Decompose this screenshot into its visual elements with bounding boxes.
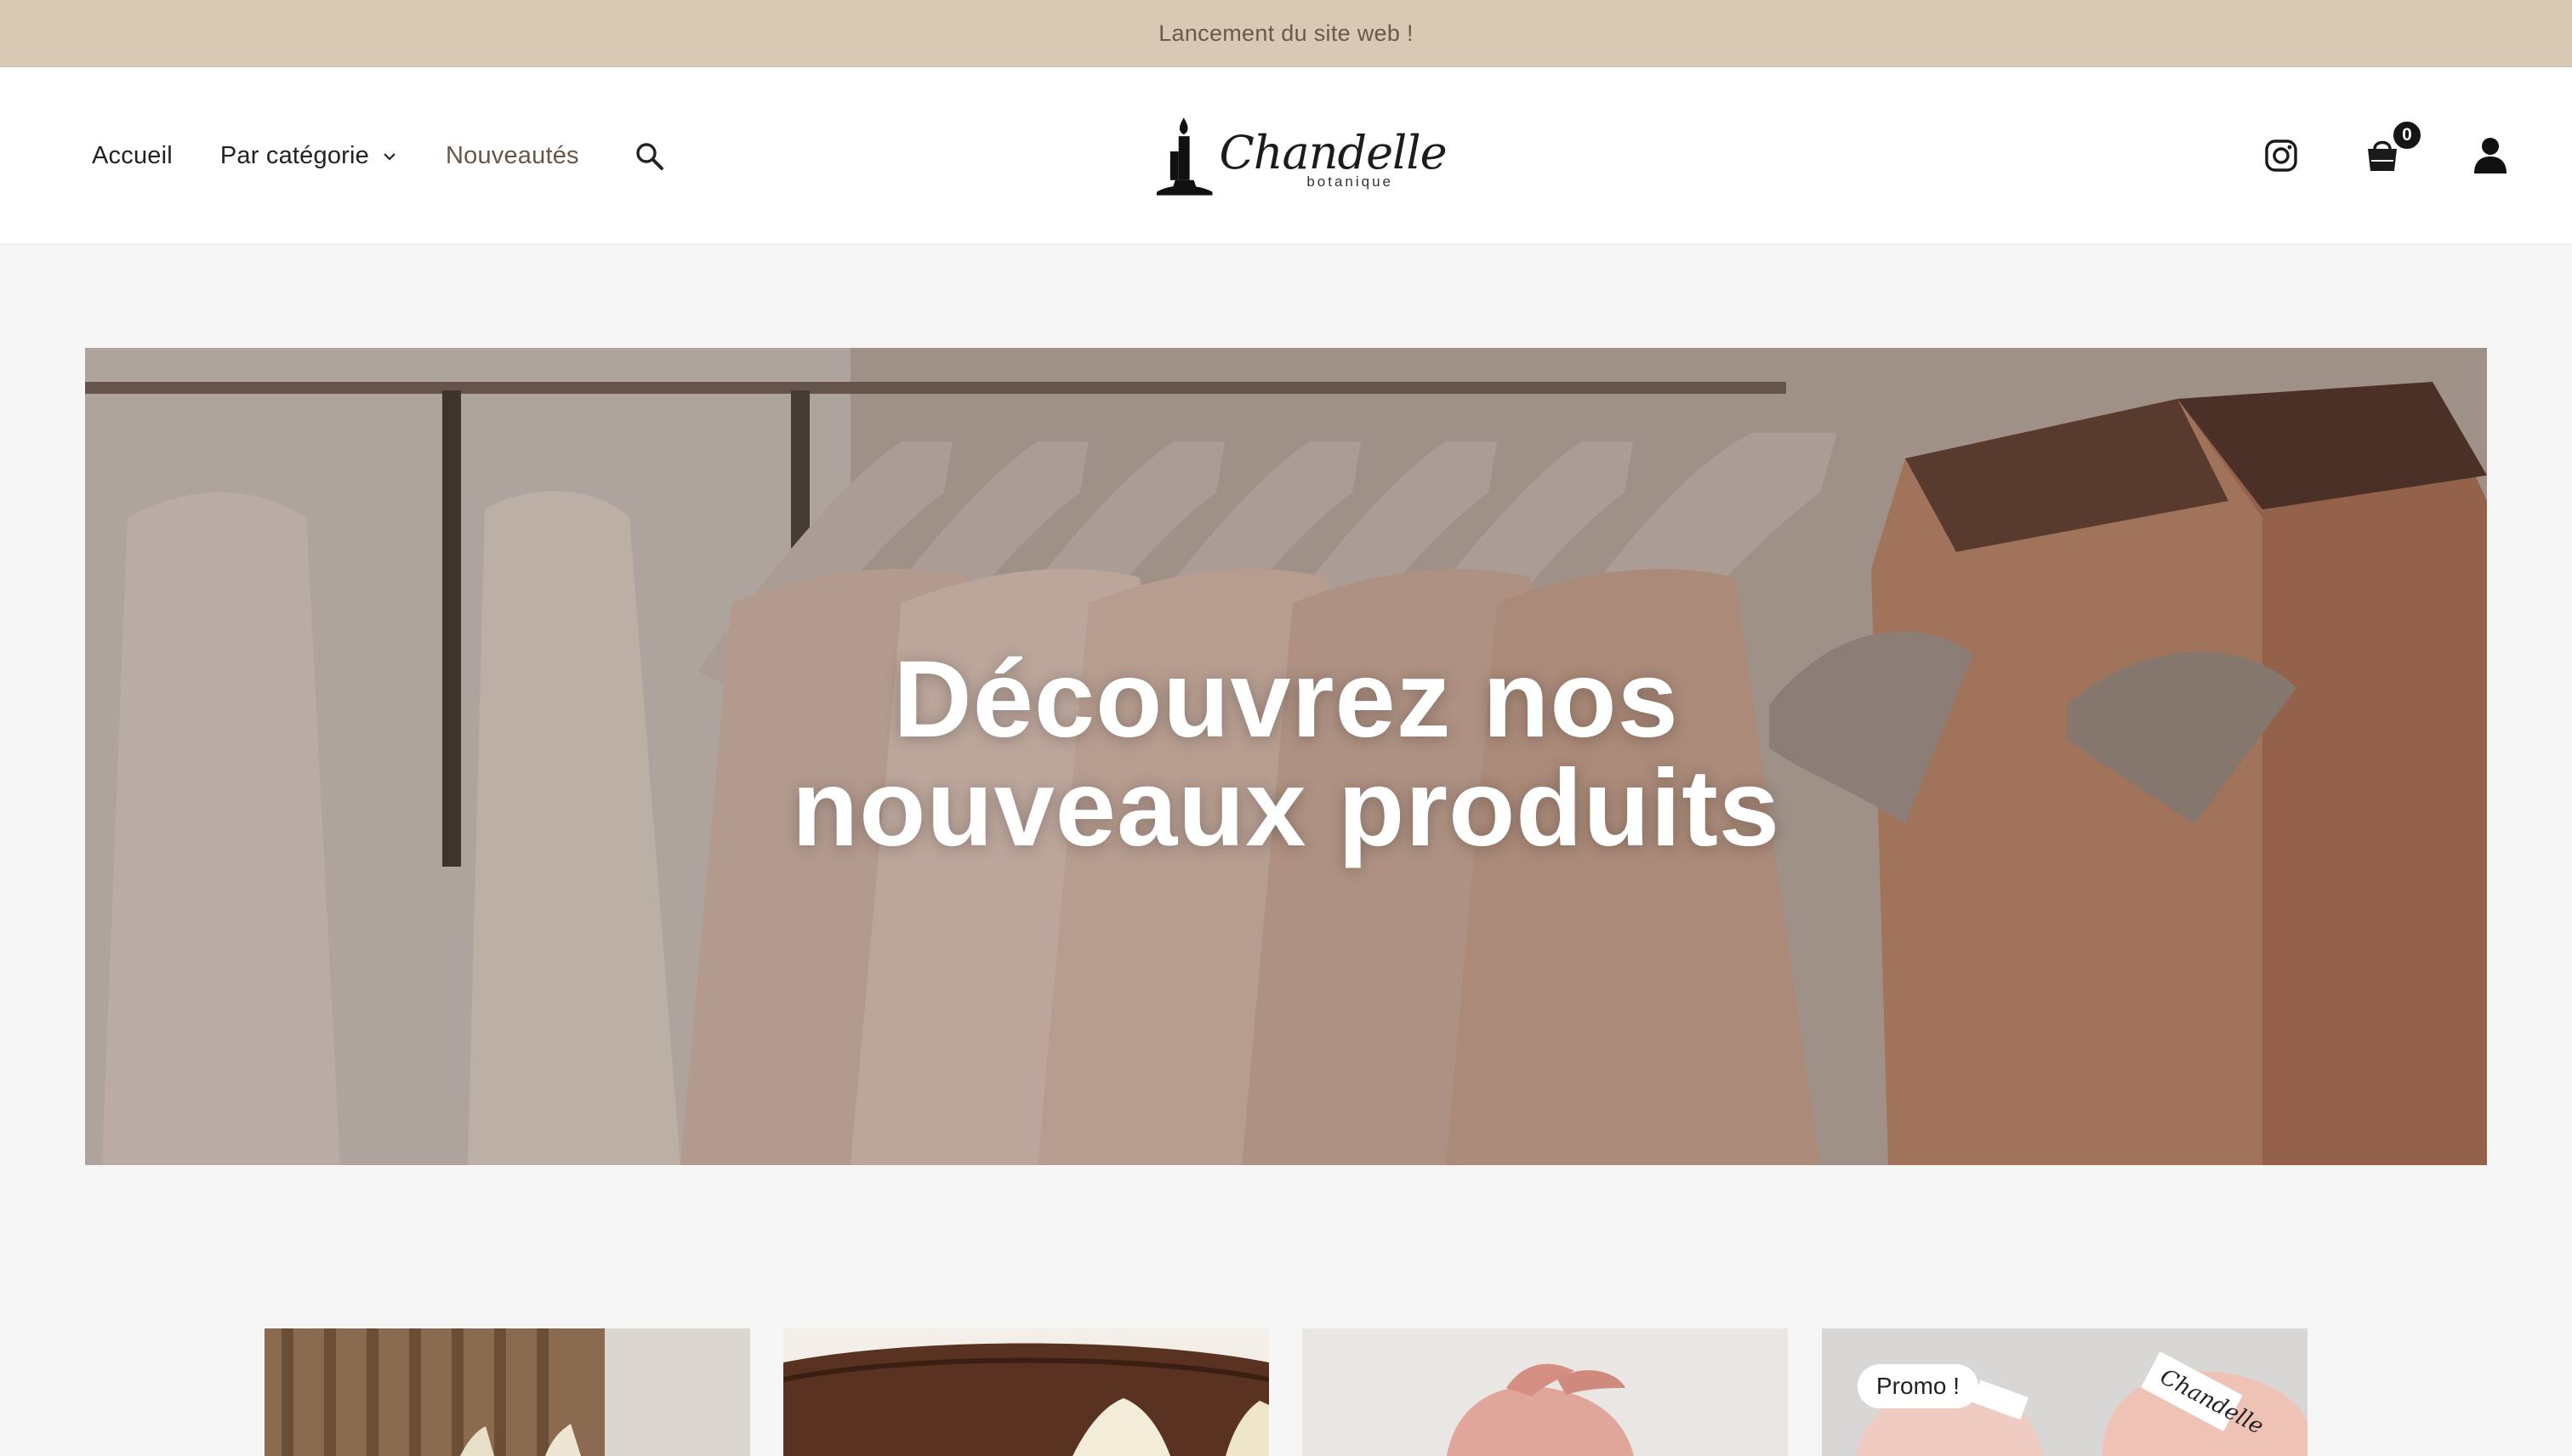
product-card[interactable]: Chandelle Promo ! bbox=[1822, 1328, 2307, 1456]
logo-wordmark: Chandelle bbox=[1219, 126, 1447, 179]
main-nav: Accueil Par catégorie Nouveautés bbox=[92, 67, 666, 245]
chevron-down-icon bbox=[384, 152, 395, 161]
product-image bbox=[265, 1328, 750, 1456]
header-actions: 0 bbox=[2215, 67, 2572, 245]
nav-item-label: Par catégorie bbox=[219, 142, 369, 169]
logo-subtitle: botanique bbox=[1306, 173, 1393, 190]
search-icon[interactable] bbox=[634, 140, 666, 173]
instagram-icon[interactable] bbox=[2264, 139, 2298, 173]
site-logo[interactable]: Chandelle botanique bbox=[1150, 110, 1448, 203]
nav-item-nouveautes[interactable]: Nouveautés bbox=[446, 142, 579, 170]
product-image bbox=[1302, 1328, 1788, 1456]
announcement-text: Lancement du site web ! bbox=[1158, 20, 1414, 46]
product-card[interactable] bbox=[783, 1328, 1269, 1456]
product-grid: Chandelle Promo ! bbox=[265, 1328, 2307, 1456]
announcement-bar: Lancement du site web ! bbox=[0, 0, 2572, 67]
nav-item-par-categorie[interactable]: Par catégorie bbox=[220, 142, 398, 170]
logo-text: Chandelle botanique bbox=[1219, 114, 1447, 199]
product-card[interactable] bbox=[1302, 1328, 1788, 1456]
user-account-icon[interactable] bbox=[2472, 135, 2509, 174]
product-image bbox=[783, 1328, 1269, 1456]
nav-item-label: Accueil bbox=[92, 142, 173, 169]
site-header: Accueil Par catégorie Nouveautés Chandel… bbox=[0, 67, 2572, 245]
promo-badge: Promo ! bbox=[1858, 1364, 1979, 1408]
product-card[interactable] bbox=[265, 1328, 750, 1456]
nav-item-accueil[interactable]: Accueil bbox=[92, 142, 173, 170]
hero-title-line-1: Découvrez nos bbox=[893, 639, 1679, 760]
hero-title-line-2: nouveaux produits bbox=[792, 748, 1780, 869]
hero-banner[interactable]: Découvrez nos nouveaux produits bbox=[85, 348, 2487, 1165]
cart-count-badge: 0 bbox=[2391, 119, 2423, 151]
hero-title: Découvrez nos nouveaux produits bbox=[85, 646, 2487, 863]
candle-logo-icon bbox=[1156, 117, 1213, 196]
nav-item-label: Nouveautés bbox=[445, 142, 579, 169]
